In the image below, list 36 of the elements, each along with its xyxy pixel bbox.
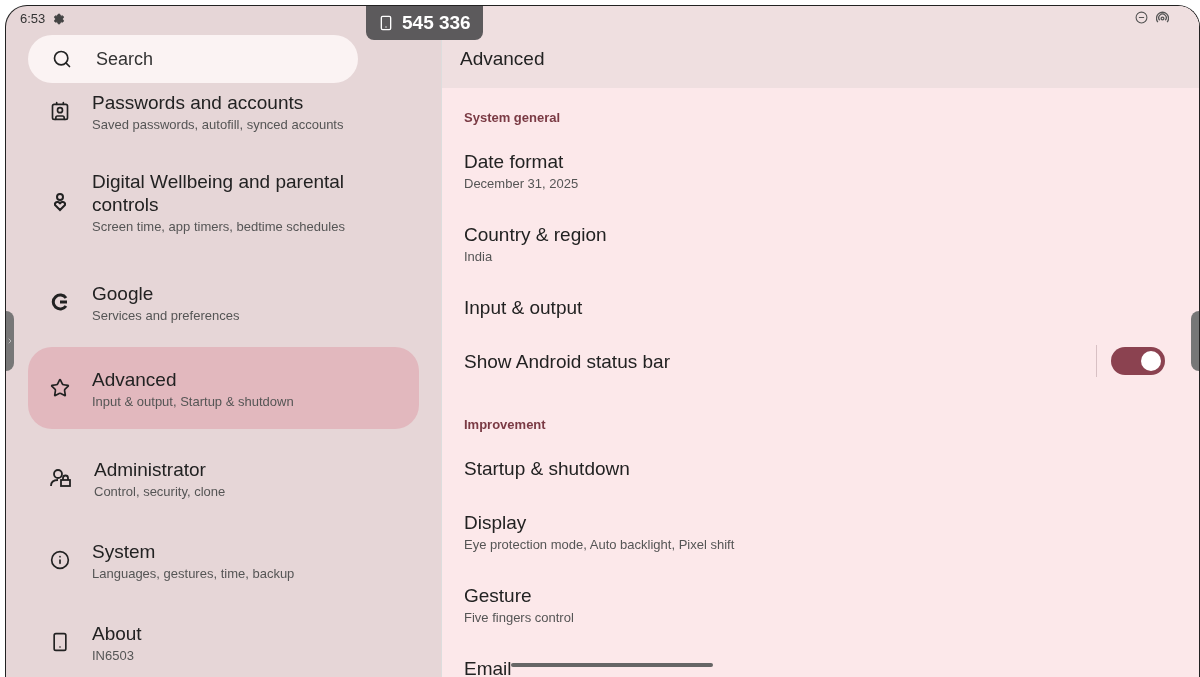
side-handle[interactable] — [1191, 311, 1199, 371]
sidebar-item[interactable]: Passwords and accounts Saved passwords, autofill, synced accounts — [28, 89, 419, 133]
section-heading: Improvement — [464, 417, 547, 432]
setting-row[interactable]: Show Android status bar — [464, 343, 1177, 379]
cast-code: 545 336 — [402, 12, 471, 34]
setting-row[interactable]: Gesture Five fingers control — [464, 577, 1177, 632]
setting-row[interactable]: Startup & shutdown — [464, 450, 1177, 486]
star-icon — [50, 378, 70, 398]
sidebar-item[interactable]: About IN6503 — [28, 615, 419, 669]
phone-icon — [50, 632, 70, 652]
search-field[interactable]: Search — [28, 35, 358, 83]
sidebar-item[interactable]: Advanced Input & output, Startup & shutdown — [28, 347, 419, 429]
page-title: Advanced — [460, 48, 545, 70]
status-time: 6:53 — [20, 11, 46, 26]
section-heading: System general — [464, 110, 562, 125]
account-icon — [50, 101, 70, 121]
setting-row[interactable]: Country & region India — [464, 216, 1177, 271]
g-letter-icon — [50, 292, 70, 312]
search-icon — [52, 49, 72, 69]
toggle-switch[interactable] — [1111, 347, 1165, 375]
setting-row[interactable]: Email — [464, 650, 1177, 677]
hotspot-icon — [1156, 11, 1169, 24]
sidebar-item[interactable]: Google Services and preferences — [28, 275, 419, 329]
search-input[interactable]: Search — [94, 47, 298, 71]
setting-row[interactable]: Date format December 31, 2025 — [464, 143, 1177, 198]
person-lock-icon — [50, 468, 72, 488]
settings-icon — [53, 12, 66, 25]
setting-row[interactable]: Input & output — [464, 289, 1177, 325]
sidebar-item[interactable]: Digital Wellbeing and parental controls Screen time, app timers, bedtime schedules — [28, 157, 419, 247]
info-icon — [50, 550, 70, 570]
do-not-disturb-icon — [1135, 11, 1148, 24]
chevron-icon — [6, 337, 14, 345]
sidebar-item[interactable]: Administrator Control, security, clone — [28, 451, 419, 505]
side-handle[interactable] — [6, 311, 14, 371]
sidebar-item[interactable]: System Languages, gestures, time, backup — [28, 533, 419, 587]
setting-row[interactable]: Display Eye protection mode, Auto backlight, Pixel shift — [464, 504, 1177, 559]
